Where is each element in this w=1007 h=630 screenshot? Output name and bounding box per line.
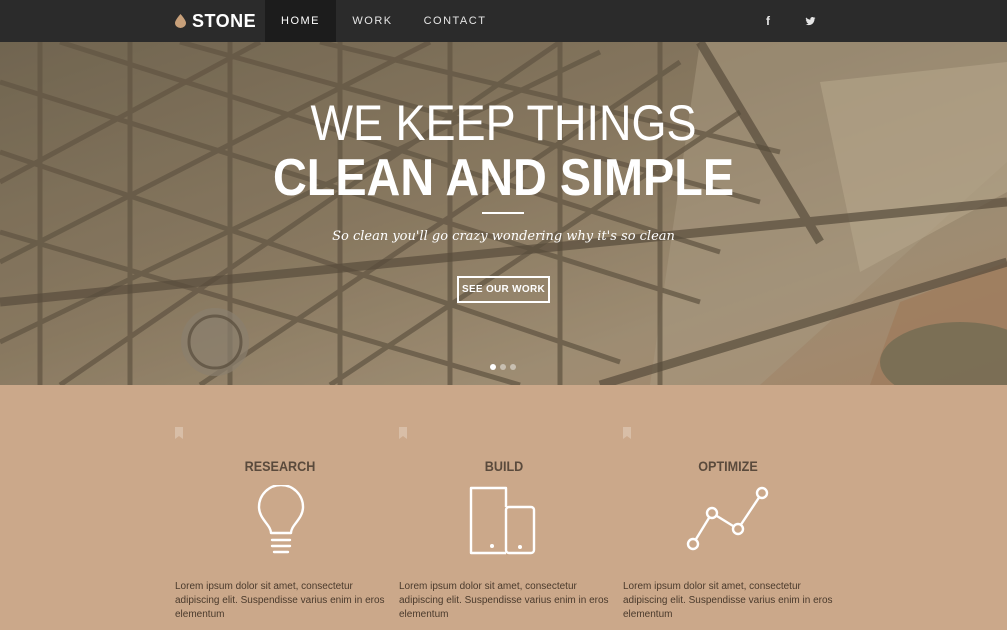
twitter-icon — [804, 16, 816, 25]
nav-home[interactable]: HOME — [265, 0, 336, 42]
hero-title-line1: WE KEEP THINGS — [310, 95, 697, 151]
feature-description: Lorem ipsum dolor sit amet, consectetur … — [175, 581, 385, 620]
hero-banner: WE KEEP THINGS CLEAN AND SIMPLE So clean… — [0, 42, 1007, 385]
brand-name: STONE — [192, 10, 257, 31]
feature-research: RESEARCH Lorem ipsum dolor sit amet, con… — [175, 385, 385, 630]
see-our-work-button[interactable]: SEE OUR WORK — [457, 276, 550, 303]
nav-contact-label: CONTACT — [423, 15, 487, 27]
slide-dot-3[interactable] — [510, 364, 516, 370]
features-section: RESEARCH Lorem ipsum dolor sit amet, con… — [0, 385, 1007, 630]
twitter-link[interactable] — [800, 0, 820, 42]
bookmark-icon — [399, 427, 407, 439]
slide-dot-1[interactable] — [490, 364, 496, 370]
nav-work-label: WORK — [352, 15, 393, 27]
feature-description: Lorem ipsum dolor sit amet, consectetur … — [623, 581, 833, 620]
facebook-icon: f — [766, 14, 770, 28]
feature-optimize: OPTIMIZE Lorem ipsum dolor sit amet, con… — [623, 385, 833, 630]
line-graph-icon — [686, 486, 769, 551]
top-navigation: STONE HOME WORK CONTACT f — [0, 0, 1007, 42]
devices-icon — [469, 486, 536, 555]
bookmark-icon — [623, 427, 631, 439]
lightbulb-icon — [257, 485, 305, 554]
hero-title-line2: CLEAN AND SIMPLE — [272, 149, 735, 207]
facebook-link[interactable]: f — [758, 0, 778, 42]
feature-build: BUILD Lorem ipsum dolor sit amet, consec… — [399, 385, 609, 630]
hero-tagline: So clean you'll go crazy wondering why i… — [332, 229, 675, 244]
hero-divider — [482, 212, 524, 214]
bookmark-icon — [175, 427, 183, 439]
slide-dot-2[interactable] — [500, 364, 506, 370]
feature-description: Lorem ipsum dolor sit amet, consectetur … — [399, 581, 609, 620]
brand-logo[interactable]: STONE — [175, 0, 256, 42]
drop-icon — [175, 14, 186, 28]
feature-heading: OPTIMIZE — [698, 458, 758, 474]
feature-heading: RESEARCH — [244, 458, 316, 474]
slider-dots — [490, 364, 516, 370]
feature-heading: BUILD — [484, 458, 524, 474]
nav-work[interactable]: WORK — [336, 0, 409, 42]
nav-home-label: HOME — [281, 15, 320, 27]
nav-contact[interactable]: CONTACT — [409, 0, 501, 42]
